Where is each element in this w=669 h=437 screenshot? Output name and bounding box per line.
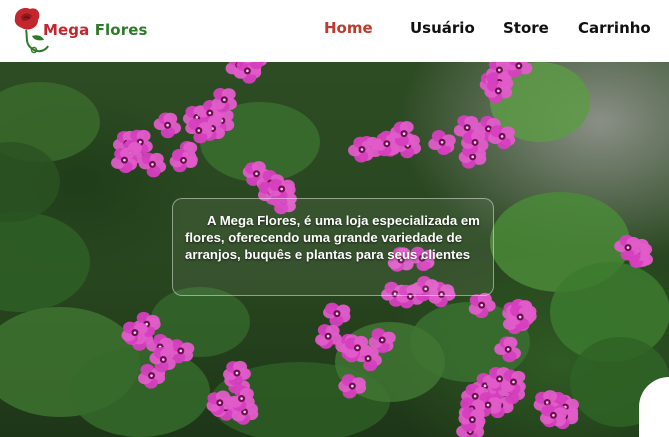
hero-banner: A Mega Flores, é uma loja especializada … bbox=[0, 62, 669, 437]
hero-caption: A Mega Flores, é uma loja especializada … bbox=[185, 213, 480, 262]
nav-store[interactable]: Store bbox=[503, 19, 549, 37]
nav-usuario[interactable]: Usuário bbox=[410, 19, 475, 37]
nav-carrinho[interactable]: Carrinho bbox=[578, 19, 651, 37]
nav-home[interactable]: Home bbox=[324, 19, 373, 37]
main-nav: Home Usuário Store Carrinho bbox=[0, 19, 669, 43]
site-header: Mega Flores Home Usuário Store Carrinho bbox=[0, 0, 669, 62]
